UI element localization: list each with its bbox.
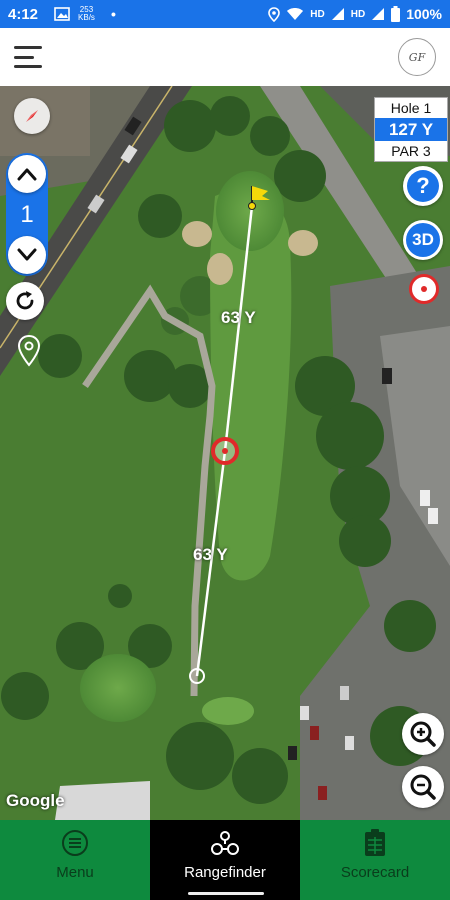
tab-menu-label: Menu bbox=[56, 864, 94, 881]
compass-icon bbox=[26, 110, 38, 122]
more-notifications-icon: • bbox=[110, 6, 116, 22]
map-pin-icon bbox=[17, 334, 41, 367]
tab-rangefinder-label: Rangefinder bbox=[184, 864, 266, 881]
zoom-out-icon bbox=[410, 774, 436, 800]
target-icon bbox=[421, 286, 427, 292]
tab-menu[interactable]: Menu bbox=[0, 820, 150, 900]
tab-scorecard-label: Scorecard bbox=[340, 864, 410, 881]
satellite-map[interactable]: 63 Y 63 Y Google bbox=[0, 86, 450, 820]
wifi-icon bbox=[287, 8, 304, 20]
help-icon: ? bbox=[407, 170, 439, 202]
rotate-icon bbox=[16, 291, 34, 310]
status-time: 4:12 bbox=[8, 5, 39, 23]
chevron-down-icon bbox=[17, 248, 37, 261]
current-hole-number: 1 bbox=[20, 200, 34, 228]
app-logo[interactable]: GF bbox=[398, 38, 436, 76]
hole-yardage: 127 Y bbox=[375, 118, 447, 141]
app-header: GF bbox=[0, 28, 450, 86]
signal-icon-2 bbox=[372, 8, 385, 20]
tab-rangefinder[interactable]: Rangefinder bbox=[150, 820, 300, 900]
bottom-navigation: Menu Rangefinder Scorecard bbox=[0, 820, 450, 900]
hd-label: HD bbox=[310, 8, 325, 20]
status-bar: 4:12 253 KB/s • HD HD 100% bbox=[0, 0, 450, 28]
app-screen: 4:12 253 KB/s • HD HD 100% GF 63 Y 63 Y … bbox=[0, 0, 450, 900]
battery-icon bbox=[391, 6, 401, 22]
battery-percent: 100% bbox=[406, 6, 442, 22]
scorecard-icon bbox=[360, 828, 390, 858]
distance-label-upper: 63 Y bbox=[221, 308, 256, 327]
hole-navigator: 1 bbox=[6, 153, 48, 276]
hamburger-icon[interactable] bbox=[14, 46, 44, 68]
previous-hole-button[interactable] bbox=[8, 236, 46, 274]
hd-label-2: HD bbox=[350, 8, 366, 20]
tab-scorecard[interactable]: Scorecard bbox=[300, 820, 450, 900]
distance-label-lower: 63 Y bbox=[193, 545, 228, 564]
hole-par: PAR 3 bbox=[391, 143, 431, 159]
hole-info-panel: Hole 1 127 Y PAR 3 bbox=[374, 97, 448, 162]
help-button[interactable]: ? bbox=[403, 166, 443, 206]
gallery-icon bbox=[54, 7, 70, 21]
zoom-in-button[interactable] bbox=[402, 713, 444, 755]
rangefinder-icon bbox=[210, 828, 240, 858]
net-speed: 253 KB/s bbox=[78, 5, 95, 22]
view-3d-button[interactable]: 3D bbox=[403, 220, 443, 260]
location-pin-button[interactable] bbox=[16, 334, 42, 368]
home-indicator[interactable] bbox=[188, 892, 264, 895]
target-marker[interactable] bbox=[211, 437, 239, 465]
zoom-in-icon bbox=[410, 721, 436, 747]
signal-icon bbox=[331, 8, 344, 20]
menu-circle-icon bbox=[60, 828, 90, 858]
chevron-up-icon bbox=[17, 168, 37, 181]
location-icon bbox=[268, 6, 281, 22]
compass-button[interactable] bbox=[14, 98, 50, 134]
next-hole-button[interactable] bbox=[8, 155, 46, 193]
hole-label: Hole 1 bbox=[390, 100, 432, 116]
zoom-out-button[interactable] bbox=[402, 766, 444, 808]
target-button[interactable] bbox=[409, 274, 439, 304]
view-3d-label: 3D bbox=[406, 223, 440, 257]
rotate-map-button[interactable] bbox=[6, 282, 44, 320]
google-attribution: Google bbox=[6, 791, 65, 810]
